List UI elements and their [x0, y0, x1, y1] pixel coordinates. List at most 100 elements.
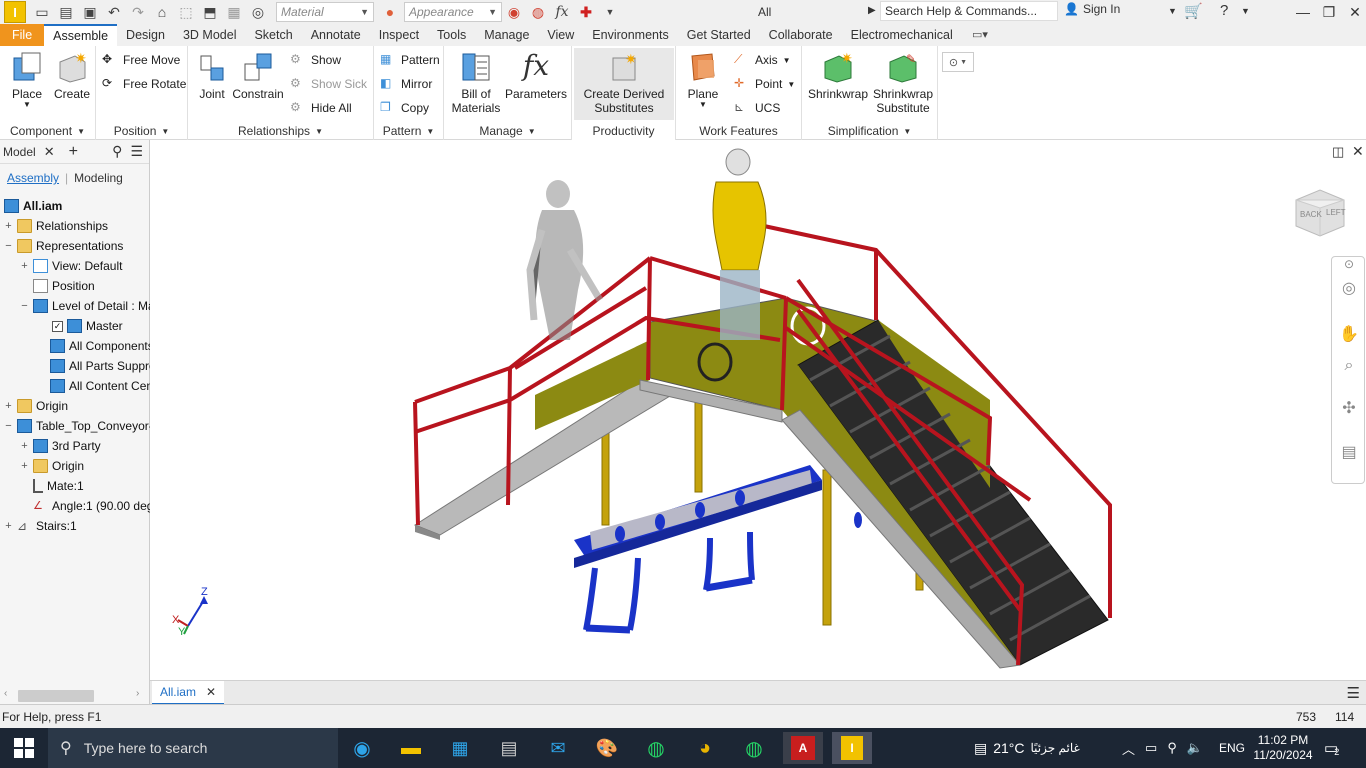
- component-panel-title[interactable]: Component ▼: [0, 122, 95, 140]
- customize-chevron-icon[interactable]: ▼: [600, 2, 620, 22]
- language-indicator[interactable]: ENG: [1219, 728, 1245, 768]
- new-file-icon[interactable]: ▭: [32, 2, 52, 22]
- chevron-up-icon[interactable]: ︿: [1122, 739, 1135, 758]
- tree-item-level-of-detail[interactable]: − Level of Detail : Ma:: [20, 296, 158, 316]
- pan-icon[interactable]: ✋: [1338, 323, 1360, 345]
- open-folder-icon[interactable]: ▤: [56, 2, 76, 22]
- expand-icon[interactable]: +: [20, 460, 29, 471]
- viewcube-left[interactable]: LEFT: [1326, 208, 1346, 217]
- tab-3d-model[interactable]: 3D Model: [174, 24, 246, 46]
- tab-modeling[interactable]: Modeling: [74, 171, 123, 185]
- clear-appearance-icon[interactable]: ◉: [504, 2, 524, 22]
- taskbar-search-input[interactable]: ⚲ Type here to search: [48, 728, 338, 768]
- close-button[interactable]: ✕: [1344, 2, 1366, 22]
- tree-item-origin[interactable]: + Origin: [4, 396, 68, 416]
- document-menu-icon[interactable]: ☰: [1347, 684, 1360, 702]
- maximize-view-icon[interactable]: ◫: [1332, 144, 1344, 160]
- inventor-taskbar-icon[interactable]: I: [832, 732, 872, 764]
- collapse-icon[interactable]: −: [4, 240, 13, 251]
- expand-icon[interactable]: +: [4, 400, 13, 411]
- graphics-viewport[interactable]: BACK LEFT ◫ ✕ Z X Y: [150, 140, 1366, 680]
- tree-item-origin-sub[interactable]: + Origin: [20, 456, 84, 476]
- tab-sketch[interactable]: Sketch: [245, 24, 301, 46]
- collapse-icon[interactable]: −: [4, 420, 13, 431]
- expand-icon[interactable]: +: [4, 220, 13, 231]
- tab-inspect[interactable]: Inspect: [370, 24, 428, 46]
- expand-arrow-icon[interactable]: ▶: [868, 5, 876, 16]
- free-move-button[interactable]: ✥ Free Move: [102, 50, 180, 70]
- tab-file[interactable]: File: [0, 24, 45, 46]
- close-view-icon[interactable]: ✕: [1352, 143, 1364, 160]
- hide-all-button[interactable]: ⚙ Hide All: [290, 98, 352, 118]
- material-combo[interactable]: Material ▼: [276, 2, 374, 22]
- plus-icon[interactable]: ✚: [576, 2, 596, 22]
- tree-item-table-top-conveyor[interactable]: − Table_Top_Conveyor-S: [4, 416, 161, 436]
- tree-item-all-parts[interactable]: All Parts Suppre:: [50, 356, 159, 376]
- simplification-panel-title[interactable]: Simplification ▼: [802, 122, 937, 140]
- fx-icon[interactable]: fx: [552, 2, 572, 22]
- close-icon[interactable]: ✕: [44, 144, 55, 160]
- whatsapp-icon[interactable]: ◍: [636, 732, 676, 764]
- autocad-icon[interactable]: A: [783, 732, 823, 764]
- search-input[interactable]: Search Help & Commands...: [880, 1, 1058, 21]
- expand-icon[interactable]: +: [20, 440, 29, 451]
- chrome-icon[interactable]: ◕: [685, 732, 725, 764]
- whatsapp-business-icon[interactable]: ◍: [734, 732, 774, 764]
- chevron-down-icon[interactable]: ▼: [1241, 6, 1250, 16]
- work-features-panel-title[interactable]: Work Features: [676, 122, 801, 140]
- network-icon[interactable]: ⚲: [1167, 740, 1177, 756]
- tab-assembly[interactable]: Assembly: [7, 171, 59, 185]
- cart-icon[interactable]: 🛒: [1184, 2, 1203, 20]
- tree-item-master[interactable]: ✓ Master: [52, 316, 123, 336]
- weather-widget[interactable]: ▤ 21°C غائم جزئيًا: [974, 728, 1080, 768]
- axis-button[interactable]: ⟋ Axis ▼: [734, 50, 791, 70]
- restore-button[interactable]: ❐: [1318, 2, 1340, 22]
- pattern-button[interactable]: ▦ Pattern: [380, 50, 440, 70]
- appearance-combo[interactable]: Appearance ▼: [404, 2, 502, 22]
- checkbox-checked-icon[interactable]: ✓: [52, 320, 63, 332]
- tab-tools[interactable]: Tools: [428, 24, 475, 46]
- tab-get-started[interactable]: Get Started: [678, 24, 760, 46]
- tab-view[interactable]: View: [538, 24, 583, 46]
- store-icon[interactable]: ▦: [440, 732, 480, 764]
- inventor-logo-icon[interactable]: I: [4, 1, 26, 23]
- tree-item-relationships[interactable]: + Relationships: [4, 216, 108, 236]
- redo-icon[interactable]: ↷: [128, 2, 148, 22]
- clock[interactable]: 11:02 PM 11/20/2024: [1252, 728, 1314, 768]
- file-explorer-icon[interactable]: ▬: [391, 732, 431, 764]
- material-icon[interactable]: ◎: [248, 2, 268, 22]
- scroll-right-icon[interactable]: ›: [136, 688, 139, 699]
- sign-in-button[interactable]: 👤 Sign In: [1064, 2, 1120, 16]
- mail-icon[interactable]: ✉: [538, 732, 578, 764]
- viewcube-back[interactable]: BACK: [1300, 210, 1322, 219]
- update-icon[interactable]: ⬒: [200, 2, 220, 22]
- battery-icon[interactable]: ▭: [1145, 740, 1157, 756]
- tab-electromechanical[interactable]: Electromechanical: [842, 24, 962, 46]
- relationships-panel-title[interactable]: Relationships ▼: [188, 122, 373, 140]
- navbar-close-icon[interactable]: ⊙: [1338, 257, 1360, 271]
- plane-button[interactable]: Plane ▼: [682, 50, 724, 109]
- tree-item-angle[interactable]: ∠ Angle:1 (90.00 deg: [33, 496, 153, 516]
- collapse-icon[interactable]: −: [20, 300, 29, 311]
- pattern-panel-title[interactable]: Pattern ▼: [374, 122, 443, 140]
- tree-item-3rd-party[interactable]: +3rd Party: [20, 436, 101, 456]
- create-derived-substitutes-button[interactable]: ✷ Create Derived Substitutes: [574, 48, 674, 120]
- zoom-icon[interactable]: ⌕: [1338, 355, 1360, 377]
- expand-icon[interactable]: +: [4, 520, 13, 531]
- adjust-icon[interactable]: ◍: [528, 2, 548, 22]
- help-icon[interactable]: ?: [1220, 2, 1228, 19]
- measure-icon[interactable]: ▦: [224, 2, 244, 22]
- ribbon-extra-dropdown[interactable]: ⊙ ▼: [942, 52, 974, 72]
- tab-assemble[interactable]: Assemble: [44, 24, 118, 46]
- tree-item-all-components[interactable]: All Components: [50, 336, 154, 356]
- tree-item-position[interactable]: Position: [33, 276, 95, 296]
- scrollbar-thumb[interactable]: [18, 690, 94, 702]
- assembly-model[interactable]: [150, 140, 1366, 680]
- copy-button[interactable]: ❐ Copy: [380, 98, 429, 118]
- show-sick-button[interactable]: ⚙ Show Sick: [290, 74, 367, 94]
- notifications-button[interactable]: ▭ 2: [1324, 728, 1339, 768]
- shrinkwrap-button[interactable]: ✷ Shrinkwrap: [806, 50, 870, 101]
- tab-collaborate[interactable]: Collaborate: [760, 24, 842, 46]
- create-button[interactable]: ✷ Create: [52, 50, 92, 101]
- tree-item-representations[interactable]: − Representations: [4, 236, 123, 256]
